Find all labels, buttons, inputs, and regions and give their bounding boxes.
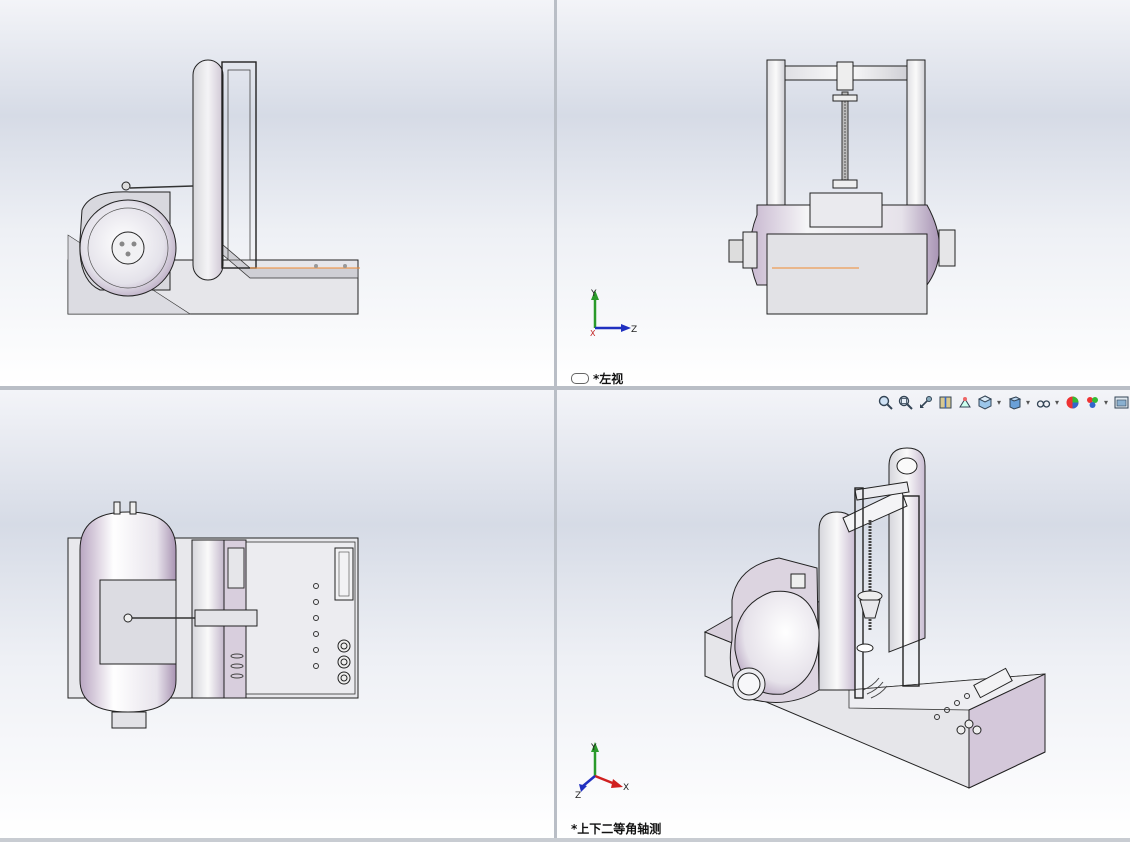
- viewport-top[interactable]: [0, 390, 554, 838]
- viewport-dimetric[interactable]: ▾ ▾ ▾ ▾ Y X Z *上下二等角轴测: [557, 390, 1130, 838]
- view-label-dimetric: *上下二等角轴测: [571, 822, 662, 836]
- triad-z-label: Z: [631, 325, 637, 335]
- view-label-left: *左视: [571, 370, 623, 386]
- triad-z-label: Z: [575, 791, 581, 800]
- triad-x-label: X: [590, 329, 596, 338]
- triad-x-label: X: [623, 783, 629, 793]
- left-view-drawing: [728, 59, 956, 315]
- view-triad: Y X Z: [590, 289, 637, 338]
- triad-y-label: Y: [590, 743, 597, 753]
- top-view-drawing: [67, 501, 359, 729]
- front-view-drawing: [67, 59, 360, 315]
- dimetric-view-drawing: [703, 447, 1046, 789]
- status-strip: [0, 838, 1130, 842]
- view-triad: Y X Z: [575, 742, 629, 800]
- viewport-front[interactable]: [0, 0, 554, 386]
- viewport-left[interactable]: Y X Z *左视: [557, 0, 1130, 386]
- link-view-icon[interactable]: [571, 373, 589, 384]
- view-name-left: *左视: [593, 372, 624, 386]
- triad-y-label: Y: [590, 289, 597, 299]
